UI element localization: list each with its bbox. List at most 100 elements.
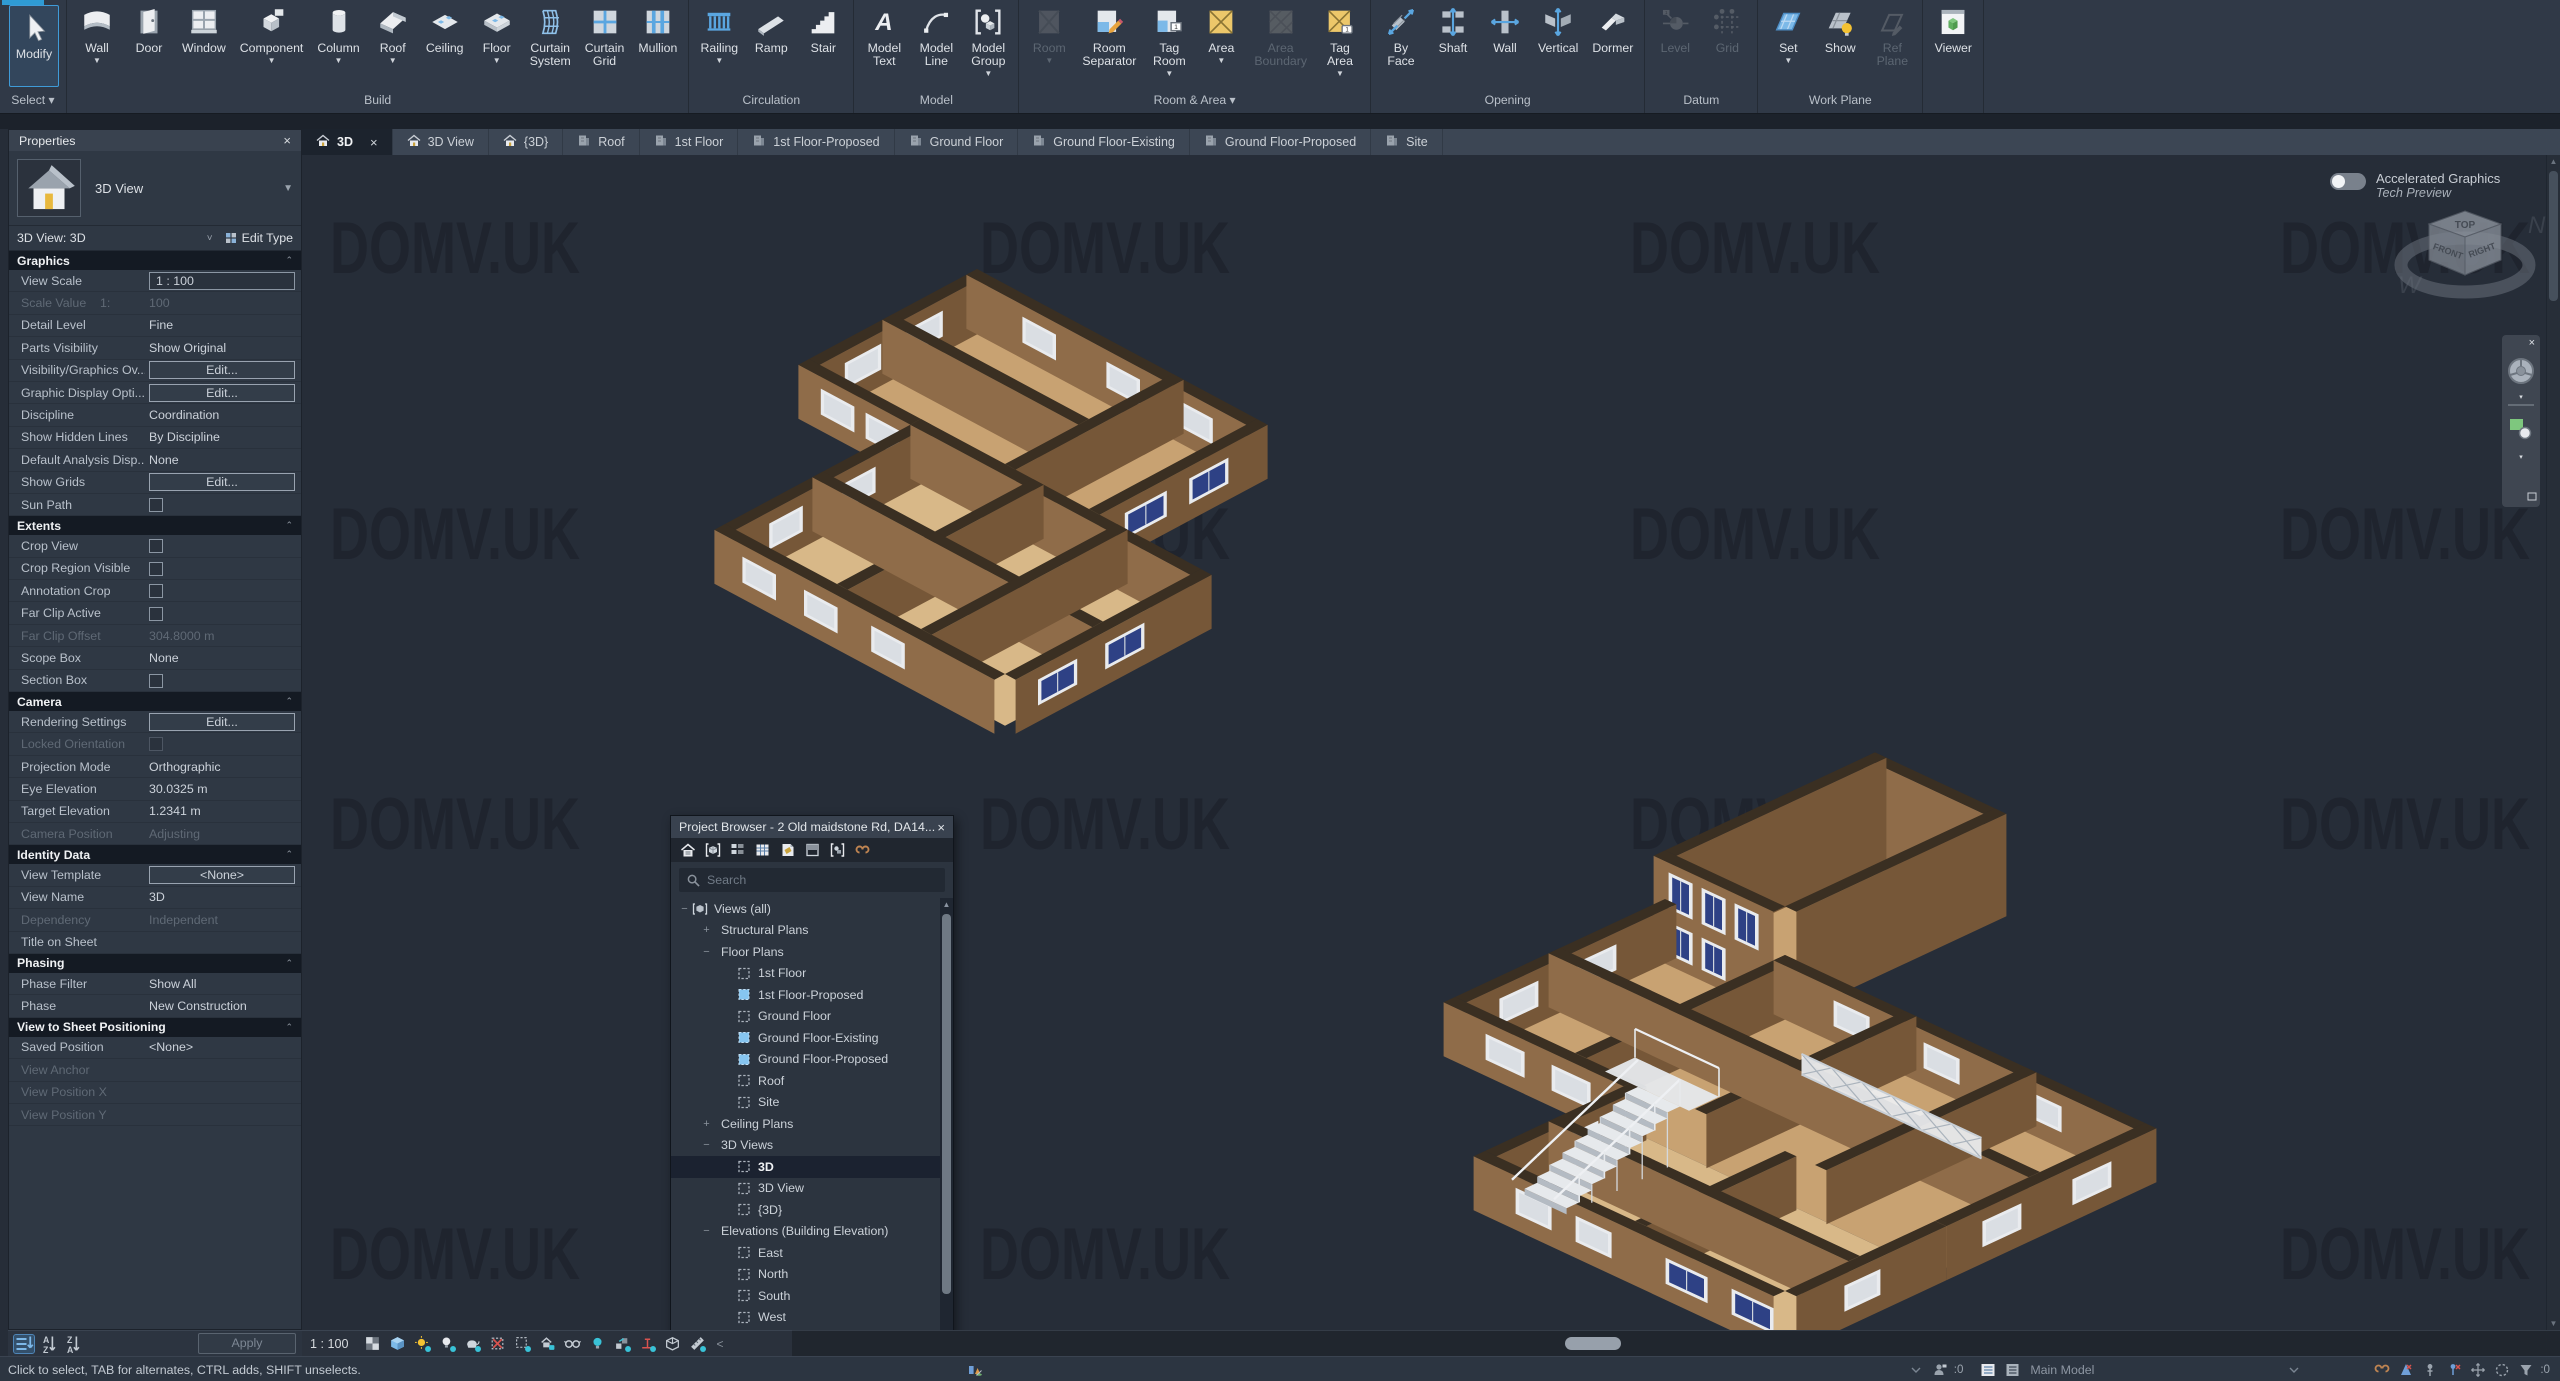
property-value[interactable]: 3D: [145, 890, 301, 904]
tree-item-ground-floor-existing[interactable]: Ground Floor-Existing: [671, 1027, 940, 1049]
checkbox[interactable]: [149, 539, 163, 553]
value-field[interactable]: 1 : 100: [149, 272, 295, 290]
link-icon[interactable]: [2372, 1361, 2392, 1379]
crop-off-icon[interactable]: [488, 1334, 507, 1353]
wall-button[interactable]: Wall: [1480, 4, 1530, 86]
section-header-graphics[interactable]: Graphics⌃: [9, 251, 301, 270]
properties-filter-icon[interactable]: [14, 1335, 34, 1353]
view-cube[interactable]: WNTOPFRONTRIGHT: [2380, 181, 2550, 331]
horizontal-scrollbar-thumb[interactable]: [1565, 1337, 1621, 1350]
close-icon[interactable]: ×: [2529, 337, 2535, 349]
view-tab-1st-floor-proposed[interactable]: 1st Floor-Proposed: [738, 129, 894, 155]
view-tab-3d-view[interactable]: 3D View: [393, 129, 489, 155]
view-tab--3d-[interactable]: {3D}: [489, 129, 563, 155]
rendering-icon[interactable]: [463, 1334, 482, 1353]
ribbon-group-label[interactable]: Model: [854, 93, 1018, 111]
viewcube-top-label[interactable]: TOP: [2455, 220, 2476, 231]
ribbon-group-label[interactable]: [1923, 93, 1983, 111]
tree-item-sections-building-section[interactable]: +Sections (Building Section): [671, 1328, 940, 1330]
collapse-icon[interactable]: −: [701, 1225, 712, 1237]
ribbon-group-label[interactable]: Circulation: [689, 93, 853, 111]
reveal-hidden-glasses-icon[interactable]: [563, 1334, 582, 1353]
view-tab-ground-floor[interactable]: Ground Floor: [895, 129, 1019, 155]
checkbox[interactable]: [149, 498, 163, 512]
mullion-button[interactable]: Mullion: [632, 4, 683, 86]
tree-item-1st-floor[interactable]: 1st Floor: [671, 963, 940, 985]
crop-region-icon[interactable]: [513, 1334, 532, 1353]
tree-item-3d-views[interactable]: −3D Views: [671, 1135, 940, 1157]
by-face-button[interactable]: By Face: [1376, 4, 1426, 86]
main-model-select[interactable]: Main Model: [2030, 1363, 2250, 1377]
select-group-label[interactable]: Select ▾: [0, 93, 66, 111]
scroll-up-icon[interactable]: ▲: [940, 900, 953, 909]
property-value[interactable]: Coordination: [145, 408, 301, 422]
tree-item-west[interactable]: West: [671, 1307, 940, 1329]
pin-icon[interactable]: [2420, 1361, 2440, 1379]
panels-icon[interactable]: [801, 840, 823, 860]
drawing-area[interactable]: DOMV.UKDOMV.UKDOMV.UKDOMV.UKDOMV.UKDOMV.…: [302, 155, 2560, 1330]
type-thumbnail[interactable]: [17, 159, 81, 217]
modify-button[interactable]: Modify: [9, 5, 59, 87]
view-scale-control[interactable]: 1 : 100: [310, 1337, 349, 1351]
tree-item-floor-plans[interactable]: −Floor Plans: [671, 941, 940, 963]
set-button[interactable]: Set▼: [1763, 4, 1813, 86]
edit-button[interactable]: Edit...: [149, 713, 295, 731]
navigation-cube-icon[interactable]: [663, 1334, 682, 1353]
wall-button[interactable]: Wall▼: [72, 4, 122, 86]
view-tab-ground-floor-existing[interactable]: Ground Floor-Existing: [1018, 129, 1190, 155]
view-tab-ground-floor-proposed[interactable]: Ground Floor-Proposed: [1190, 129, 1371, 155]
reveal-hidden-lock-icon[interactable]: [538, 1334, 557, 1353]
compass-north-label[interactable]: N: [2528, 212, 2546, 239]
measure-icon[interactable]: [688, 1334, 707, 1353]
roof-button[interactable]: Roof▼: [368, 4, 418, 86]
search-box[interactable]: Search: [679, 868, 945, 892]
temporary-hide-icon[interactable]: [588, 1334, 607, 1353]
ceiling-button[interactable]: Ceiling: [420, 4, 470, 86]
collapse-icon[interactable]: −: [679, 903, 690, 915]
tree-item-ground-floor-proposed[interactable]: Ground Floor-Proposed: [671, 1049, 940, 1071]
window-button[interactable]: Window: [176, 4, 232, 86]
checkbox[interactable]: [149, 674, 163, 688]
property-value[interactable]: <None>: [145, 1040, 301, 1054]
edit-button[interactable]: Edit...: [149, 473, 295, 491]
tree-item-3d[interactable]: {3D}: [671, 1199, 940, 1221]
checkbox[interactable]: [149, 607, 163, 621]
editable-only-icon[interactable]: [965, 1361, 985, 1379]
edit-button[interactable]: <None>: [149, 866, 295, 884]
home-icon[interactable]: [676, 840, 698, 860]
design-options-list-icon[interactable]: [1978, 1361, 1998, 1379]
tag-area-button[interactable]: 1Tag Area▼: [1315, 4, 1365, 86]
room-separator-button[interactable]: Room Separator: [1076, 4, 1142, 86]
links-icon[interactable]: [851, 840, 873, 860]
tree-item-ground-floor[interactable]: Ground Floor: [671, 1006, 940, 1028]
railing-button[interactable]: Railing▼: [694, 4, 744, 86]
scroll-down-icon[interactable]: ▼: [2547, 1319, 2560, 1328]
section-header-extents[interactable]: Extents⌃: [9, 516, 301, 535]
property-value[interactable]: Fine: [145, 318, 301, 332]
property-value[interactable]: By Discipline: [145, 430, 301, 444]
tree-item-3d[interactable]: 3D: [671, 1156, 940, 1178]
filter-icon[interactable]: [2516, 1361, 2536, 1379]
worksets-icon[interactable]: [1930, 1361, 1950, 1379]
reveal-constraints-icon[interactable]: [638, 1334, 657, 1353]
tree-item-north[interactable]: North: [671, 1264, 940, 1286]
property-value[interactable]: New Construction: [145, 999, 301, 1013]
tag-room-button[interactable]: 1Tag Room▼: [1144, 4, 1194, 86]
legends-icon[interactable]: [726, 840, 748, 860]
collapse-icon[interactable]: −: [701, 1139, 712, 1151]
viewer-button[interactable]: Viewer: [1928, 4, 1978, 86]
shaft-button[interactable]: Shaft: [1428, 4, 1478, 86]
section-header-camera[interactable]: Camera⌃: [9, 692, 301, 711]
tree-item-ceiling-plans[interactable]: +Ceiling Plans: [671, 1113, 940, 1135]
ribbon-group-label[interactable]: Datum: [1645, 93, 1757, 111]
curtain-grid-button[interactable]: Curtain Grid: [579, 4, 631, 86]
area-button[interactable]: Area▼: [1196, 4, 1246, 86]
floor-button[interactable]: Floor▼: [472, 4, 522, 86]
tree-item-roof[interactable]: Roof: [671, 1070, 940, 1092]
sheets-icon[interactable]: [776, 840, 798, 860]
property-value[interactable]: 1.2341 m: [145, 804, 301, 818]
property-value[interactable]: Show Original: [145, 341, 301, 355]
navigation-bar-icons[interactable]: ▾ ▾: [2502, 347, 2540, 507]
edit-button[interactable]: Edit...: [149, 361, 295, 379]
exclude-options-icon[interactable]: [2396, 1361, 2416, 1379]
